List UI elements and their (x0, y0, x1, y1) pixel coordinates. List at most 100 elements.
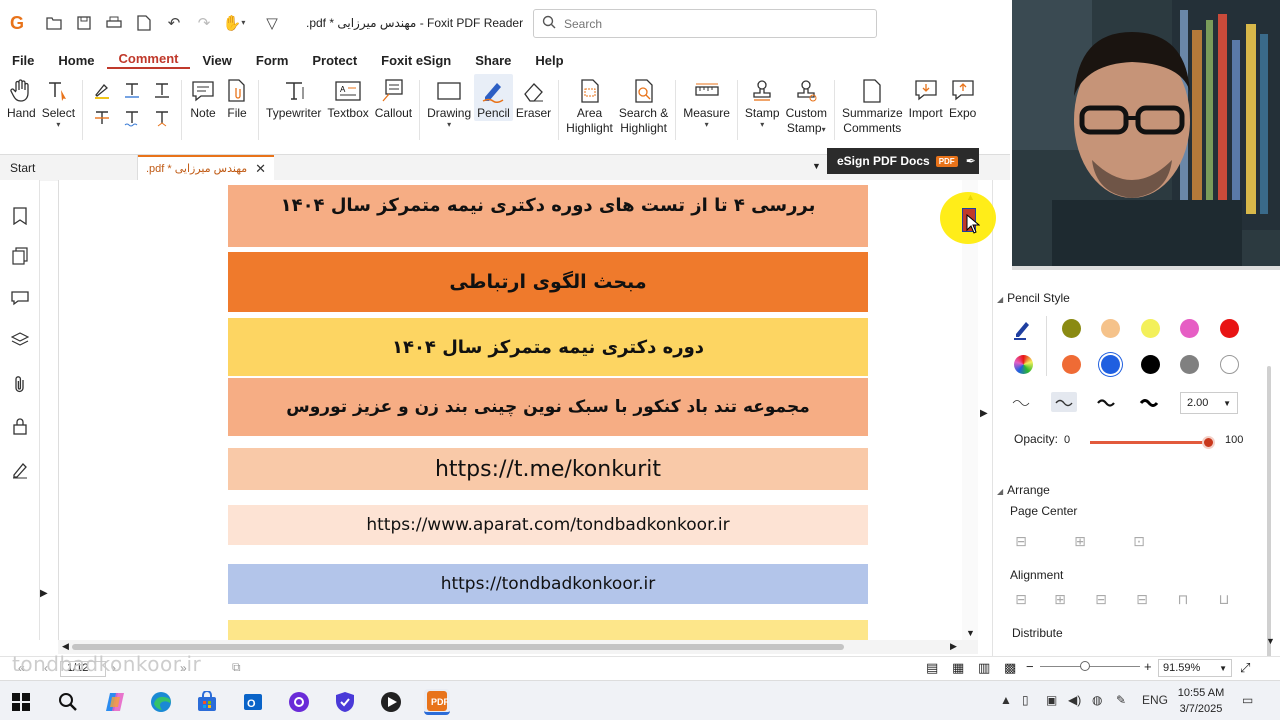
align-center-icon[interactable]: ⊞ (1051, 590, 1069, 608)
center-horizontal-icon[interactable]: ⊟ (1012, 532, 1030, 550)
stroke-width-select[interactable]: 2.00 ▼ (1180, 392, 1238, 414)
undo-icon[interactable]: ↶ (162, 11, 186, 35)
panel-scroll-down-icon[interactable]: ▼ (1266, 636, 1275, 646)
color-swatch-blue-selected[interactable] (1101, 355, 1120, 374)
menu-home[interactable]: Home (46, 53, 106, 68)
copilot-icon[interactable] (102, 689, 128, 715)
color-swatch-red[interactable] (1220, 319, 1239, 338)
microsoft-store-icon[interactable] (194, 689, 220, 715)
color-swatch-white[interactable] (1220, 355, 1239, 374)
color-swatch-olive[interactable] (1062, 319, 1081, 338)
zoom-slider-thumb[interactable] (1080, 661, 1090, 671)
menu-share[interactable]: Share (463, 53, 523, 68)
comments-panel-icon[interactable] (10, 288, 30, 308)
security-lock-icon[interactable] (10, 416, 30, 436)
pencil-color-picker-icon[interactable] (1012, 318, 1034, 340)
facing-view-icon[interactable]: ▥ (978, 660, 990, 676)
bookmark-icon[interactable] (10, 206, 30, 226)
collapse-right-panel-icon[interactable]: ▶ (980, 408, 988, 419)
align-left-icon[interactable]: ⊟ (1012, 590, 1030, 608)
menu-protect[interactable]: Protect (300, 53, 369, 68)
open-folder-icon[interactable] (42, 11, 66, 35)
align-right-icon[interactable]: ⊟ (1092, 590, 1110, 608)
outlook-icon[interactable]: O (240, 689, 266, 715)
zoom-level-select[interactable]: 91.59% ▼ (1158, 659, 1232, 677)
menu-form[interactable]: Form (244, 53, 301, 68)
menu-comment[interactable]: Comment (106, 51, 191, 69)
vpn-shield-icon[interactable] (332, 689, 358, 715)
esign-banner-button[interactable]: eSign PDF Docs PDF ✒ (827, 148, 979, 174)
color-swatch-orange[interactable] (1062, 355, 1081, 374)
measure-button[interactable]: Measure ▾ (680, 74, 733, 129)
stroke-thin-option[interactable] (1008, 392, 1034, 412)
tab-document[interactable]: .pdf * مهندس میرزایی ✕ (138, 154, 274, 181)
document-vertical-scrollbar[interactable]: ▲ ▼ (962, 180, 978, 640)
import-button[interactable]: Import (906, 74, 946, 121)
measure-dropdown-icon[interactable]: ▾ (705, 121, 709, 129)
summarize-comments-button[interactable]: Summarize Comments (839, 74, 906, 136)
layers-icon[interactable] (10, 330, 30, 350)
menu-foxit-esign[interactable]: Foxit eSign (369, 53, 463, 68)
show-hidden-icons-icon[interactable]: ▲ (1000, 693, 1012, 707)
hand-menu-icon[interactable]: ✋ ▾ (222, 11, 246, 35)
globe-icon[interactable]: ◍ (1092, 693, 1102, 707)
align-middle-icon[interactable]: ⊓ (1174, 590, 1192, 608)
horizontal-scroll-thumb[interactable] (72, 644, 844, 650)
underline-icon[interactable] (121, 80, 143, 100)
scroll-down-icon[interactable]: ▼ (966, 628, 975, 638)
typewriter-button[interactable]: Typewriter (263, 74, 324, 121)
strikeout-icon[interactable] (91, 108, 113, 128)
document-view[interactable]: بررسی ۴ تا از تست های دوره دکتری نیمه مت… (58, 180, 962, 640)
zoom-slider-track[interactable] (1040, 666, 1140, 667)
tab-start[interactable]: Start (0, 154, 138, 181)
stroke-extra-thick-option[interactable] (1136, 392, 1162, 412)
doc-band-telegram[interactable]: https://t.me/konkurit (228, 448, 868, 490)
input-language[interactable]: ENG (1142, 693, 1168, 707)
file-attachment-button[interactable]: File (220, 74, 254, 121)
search-input[interactable] (564, 16, 854, 31)
select-tool-button[interactable]: Select ▾ (39, 74, 78, 129)
custom-stamp-dropdown-icon[interactable]: ▾ (822, 125, 826, 134)
continuous-facing-view-icon[interactable]: ▩ (1004, 660, 1016, 676)
attachment-icon[interactable] (10, 374, 30, 394)
single-page-view-icon[interactable]: ▤ (926, 660, 938, 676)
eraser-button[interactable]: Eraser (513, 74, 554, 121)
center-vertical-icon[interactable]: ⊞ (1071, 532, 1089, 550)
align-top-icon[interactable]: ⊟ (1133, 590, 1151, 608)
pencil-button[interactable]: Pencil (474, 74, 513, 121)
zoom-in-icon[interactable]: + (1144, 659, 1152, 674)
menu-help[interactable]: Help (523, 53, 575, 68)
rotate-view-icon[interactable]: ⧉ (232, 660, 241, 675)
squiggly-icon[interactable] (121, 108, 143, 128)
color-swatch-pink[interactable] (1180, 319, 1199, 338)
color-swatch-yellow[interactable] (1141, 319, 1160, 338)
taskbar-search-icon[interactable] (55, 689, 81, 715)
opacity-slider-thumb[interactable] (1202, 436, 1215, 449)
volume-icon[interactable]: ◀) (1068, 693, 1081, 707)
print-preview-icon[interactable] (132, 11, 156, 35)
save-icon[interactable] (72, 11, 96, 35)
custom-stamp-button[interactable]: Custom Stamp▾ (783, 74, 830, 136)
area-highlight-button[interactable]: Area Highlight (563, 74, 616, 136)
search-box[interactable] (533, 9, 877, 38)
stroke-thick-option[interactable] (1093, 392, 1119, 412)
scroll-left-icon[interactable]: ◀ (62, 641, 69, 652)
print-icon[interactable] (102, 11, 126, 35)
callout-button[interactable]: Callout (372, 74, 415, 121)
drawing-button[interactable]: Drawing ▾ (424, 74, 474, 129)
insert-text-icon[interactable] (151, 108, 173, 128)
aparat-link[interactable]: https://www.aparat.com/tondbadkonkoor.ir (366, 515, 729, 535)
redo-icon[interactable]: ↷ (192, 11, 216, 35)
tab-list-dropdown-icon[interactable]: ▼ (812, 161, 821, 171)
pen-icon[interactable]: ✎ (1116, 693, 1126, 707)
website-link[interactable]: https://tondbadkonkoor.ir (441, 574, 656, 594)
notifications-icon[interactable]: ▭ (1242, 693, 1253, 707)
stamp-dropdown-icon[interactable]: ▾ (760, 121, 764, 129)
screen-recorder-icon[interactable] (378, 689, 404, 715)
color-swatch-gray[interactable] (1180, 355, 1199, 374)
export-button[interactable]: Expo (946, 74, 980, 121)
note-button[interactable]: Note (186, 74, 220, 121)
signature-pen-icon[interactable] (10, 460, 30, 480)
telegram-link[interactable]: https://t.me/konkurit (435, 457, 661, 482)
hand-tool-button[interactable]: Hand (4, 74, 39, 121)
